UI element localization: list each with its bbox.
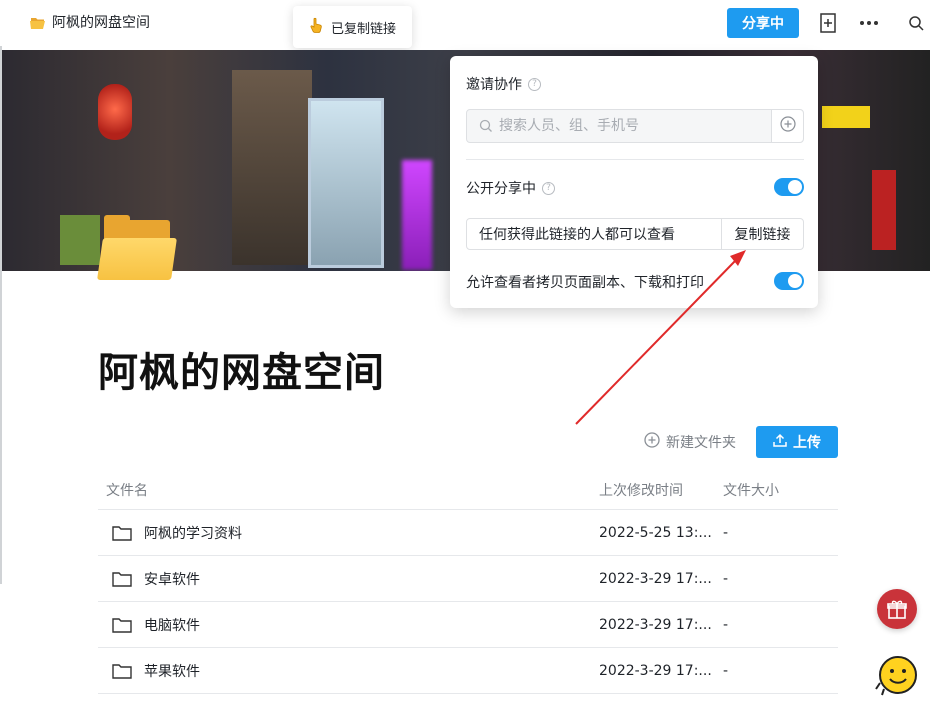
folder-open-icon (30, 16, 46, 29)
table-row[interactable]: 安卓软件 2022-3-29 17:... - (98, 556, 838, 602)
search-icon[interactable] (906, 12, 926, 34)
toast-message: 已复制链接 (331, 21, 397, 37)
file-size: - (723, 570, 729, 587)
share-button[interactable]: 分享中 (727, 8, 799, 38)
more-icon[interactable] (859, 12, 879, 34)
member-search (466, 109, 804, 143)
plus-circle-icon (779, 116, 796, 136)
mascot-icon[interactable] (874, 653, 922, 697)
allow-copy-section: 允许查看者拷贝页面副本、下载和打印 (466, 272, 704, 292)
public-share-toggle[interactable] (774, 178, 804, 196)
table-row[interactable]: 苹果软件 2022-3-29 17:... - (98, 648, 838, 694)
add-page-icon[interactable] (818, 12, 838, 34)
copy-link-button[interactable]: 复制链接 (721, 219, 803, 249)
share-popover: 邀请协作 ? 公开分享中 ? 任何获得此链接的人都可以查看 复制链接 允许查看者… (450, 56, 818, 308)
breadcrumb[interactable]: 阿枫的网盘空间 (30, 12, 150, 32)
folder-cover-icon (97, 215, 177, 280)
public-share-label: 公开分享中 (466, 181, 536, 197)
link-permission-box: 任何获得此链接的人都可以查看 复制链接 (466, 218, 804, 250)
plus-circle-icon (644, 432, 660, 452)
search-icon (467, 119, 493, 133)
file-name: 苹果软件 (144, 663, 200, 680)
top-bar: 阿枫的网盘空间 分享中 (0, 0, 930, 46)
public-share-section: 公开分享中 ? (466, 178, 555, 198)
hand-pointer-icon (309, 17, 323, 37)
invite-section: 邀请协作 ? (466, 74, 541, 94)
file-table: 文件名 上次修改时间 文件大小 阿枫的学习资料 2022-5-25 13:...… (98, 470, 838, 694)
upload-icon (773, 433, 787, 451)
add-member-button[interactable] (771, 110, 803, 142)
column-size[interactable]: 文件大小 (723, 480, 838, 500)
file-name: 阿枫的学习资料 (144, 525, 242, 542)
help-icon[interactable]: ? (528, 77, 541, 91)
divider (466, 159, 804, 160)
folder-icon (112, 571, 132, 587)
file-name: 电脑软件 (144, 617, 200, 634)
file-name: 安卓软件 (144, 571, 200, 588)
new-folder-button[interactable]: 新建文件夹 (644, 432, 736, 452)
link-permission-select[interactable]: 任何获得此链接的人都可以查看 (467, 224, 721, 244)
file-size: - (723, 662, 729, 679)
column-modified[interactable]: 上次修改时间 (599, 480, 723, 500)
new-folder-label: 新建文件夹 (666, 435, 736, 451)
file-size: - (723, 524, 729, 541)
table-row[interactable]: 电脑软件 2022-3-29 17:... - (98, 602, 838, 648)
file-modified: 2022-5-25 13:... (599, 524, 712, 541)
file-modified: 2022-3-29 17:... (599, 570, 712, 587)
member-search-input[interactable] (493, 110, 771, 142)
copied-toast: 已复制链接 (293, 6, 412, 48)
file-modified: 2022-3-29 17:... (599, 616, 712, 633)
table-row[interactable]: 阿枫的学习资料 2022-5-25 13:... - (98, 510, 838, 556)
folder-icon (112, 617, 132, 633)
file-modified: 2022-3-29 17:... (599, 662, 712, 679)
breadcrumb-label: 阿枫的网盘空间 (52, 15, 150, 31)
file-size: - (723, 616, 729, 633)
folder-icon (112, 525, 132, 541)
allow-copy-toggle[interactable] (774, 272, 804, 290)
folder-icon (112, 663, 132, 679)
column-name[interactable]: 文件名 (98, 480, 599, 500)
upload-button[interactable]: 上传 (756, 426, 838, 458)
upload-label: 上传 (793, 435, 821, 451)
page-title: 阿枫的网盘空间 (98, 350, 385, 396)
allow-copy-label: 允许查看者拷贝页面副本、下载和打印 (466, 275, 704, 291)
table-header: 文件名 上次修改时间 文件大小 (98, 470, 838, 510)
gift-icon[interactable] (877, 589, 917, 629)
help-icon[interactable]: ? (542, 181, 555, 195)
invite-label: 邀请协作 (466, 77, 522, 93)
